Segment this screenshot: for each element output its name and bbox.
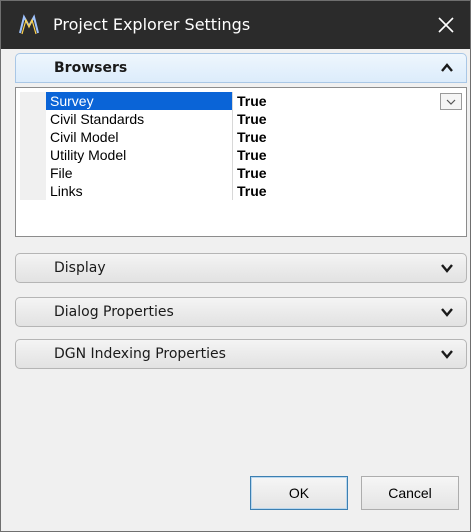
display-section-header[interactable]: Display (15, 253, 467, 283)
microstation-icon (17, 13, 41, 37)
property-value[interactable]: True (234, 164, 463, 182)
title-bar: Project Explorer Settings (1, 1, 470, 49)
property-value[interactable]: True (234, 182, 463, 200)
property-name[interactable]: Civil Model (46, 128, 233, 146)
browsers-section-label: Browsers (54, 60, 128, 76)
property-name[interactable]: Links (46, 182, 233, 200)
grid-row-survey[interactable]: Survey True (20, 92, 463, 110)
property-name[interactable]: Survey (46, 92, 233, 110)
window-title: Project Explorer Settings (53, 15, 251, 34)
property-value[interactable]: True (234, 128, 463, 146)
property-value[interactable]: True (234, 146, 463, 164)
grid-row-civil-model[interactable]: Civil Model True (20, 128, 463, 146)
property-value[interactable]: True (234, 110, 463, 128)
property-name[interactable]: File (46, 164, 233, 182)
ok-button[interactable]: OK (250, 476, 348, 510)
grid-row-civil-standards[interactable]: Civil Standards True (20, 110, 463, 128)
chevron-down-icon[interactable] (440, 262, 454, 274)
close-button[interactable] (422, 1, 470, 49)
display-section-label: Display (54, 260, 106, 276)
chevron-down-icon (446, 99, 456, 105)
grid-row-file[interactable]: File True (20, 164, 463, 182)
property-name[interactable]: Utility Model (46, 146, 233, 164)
dialog-properties-section-header[interactable]: Dialog Properties (15, 297, 467, 327)
dgn-indexing-properties-section-header[interactable]: DGN Indexing Properties (15, 339, 467, 369)
chevron-up-icon[interactable] (440, 62, 454, 74)
browsers-section-header[interactable]: Browsers (15, 53, 467, 83)
value-dropdown-button[interactable] (440, 93, 462, 110)
dialog-properties-section-label: Dialog Properties (54, 304, 174, 320)
grid-row-utility-model[interactable]: Utility Model True (20, 146, 463, 164)
chevron-down-icon[interactable] (440, 348, 454, 360)
close-icon (438, 17, 454, 33)
project-explorer-settings-dialog: Project Explorer Settings Browsers Surve… (0, 0, 471, 532)
dgn-indexing-properties-section-label: DGN Indexing Properties (54, 346, 226, 362)
cancel-button[interactable]: Cancel (361, 476, 459, 510)
grid-row-links[interactable]: Links True (20, 182, 463, 200)
browsers-property-grid: Survey True Civil Standards True Civil M… (15, 87, 467, 237)
chevron-down-icon[interactable] (440, 306, 454, 318)
property-value[interactable]: True (234, 92, 463, 110)
property-name[interactable]: Civil Standards (46, 110, 233, 128)
